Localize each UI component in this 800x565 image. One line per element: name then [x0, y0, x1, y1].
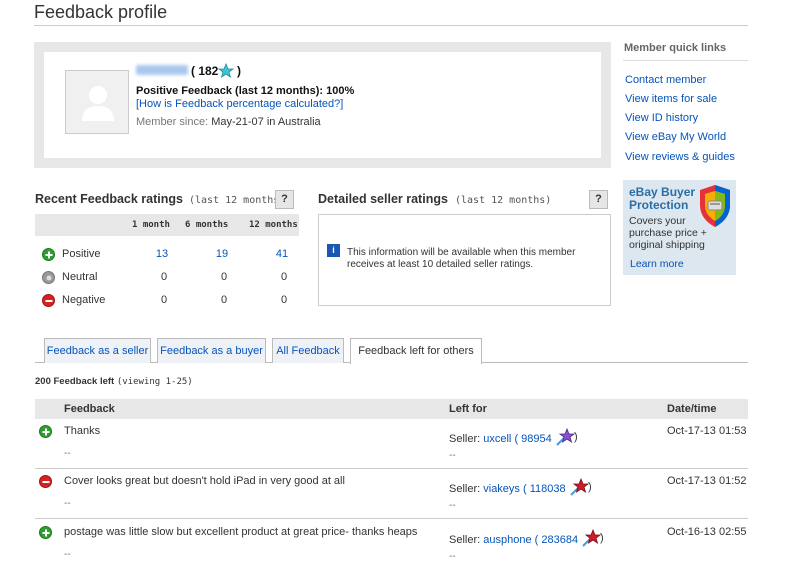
page-title: Feedback profile	[34, 2, 168, 22]
view-id-history-link[interactable]: View ID history	[625, 112, 698, 124]
svg-text:): )	[600, 532, 604, 544]
red-star-icon: )	[582, 528, 604, 547]
header-date-time: Date/time	[667, 403, 717, 415]
feedback-comment: Thanks	[64, 425, 101, 437]
quick-links-title: Member quick links	[624, 42, 727, 54]
row-divider	[35, 468, 748, 469]
feedback-left-total: 200 Feedback left	[35, 376, 115, 387]
positive-icon	[39, 425, 52, 438]
seller-score[interactable]: ( 98954	[514, 433, 551, 445]
shield-icon	[697, 183, 733, 232]
member-since-label: Member since:	[136, 116, 209, 128]
red-star-icon: )	[569, 477, 592, 496]
negative-label: Negative	[62, 294, 106, 306]
avatar-silhouette-icon	[82, 86, 114, 121]
negative-icon	[42, 294, 55, 307]
buyer-protection-description: Covers your purchase price + original sh…	[629, 215, 707, 251]
feedback-score: ( 182	[191, 64, 218, 78]
view-my-world-link[interactable]: View eBay My World	[625, 131, 726, 143]
detailed-ratings-help-button[interactable]: ?	[589, 190, 608, 209]
tab-feedback-as-buyer[interactable]: Feedback as a buyer	[157, 338, 266, 363]
neutral-12-months: 0	[280, 271, 288, 283]
avatar	[65, 70, 129, 134]
feedback-date: Oct-17-13 01:53	[667, 425, 747, 437]
how-calculated-link[interactable]: [How is Feedback percentage calculated?]	[136, 98, 343, 110]
svg-text:): )	[574, 431, 578, 443]
column-12-months: 12 months	[249, 220, 298, 230]
view-items-for-sale-link[interactable]: View items for sale	[625, 93, 717, 105]
feedback-comment: postage was little slow but excellent pr…	[64, 526, 418, 538]
seller-label: Seller:	[449, 433, 481, 445]
seller-entry: Seller: uxcell ( 98954 )	[449, 427, 579, 446]
header-feedback: Feedback	[64, 403, 115, 415]
item-title: --	[449, 450, 456, 461]
positive-label: Positive	[62, 248, 101, 260]
member-since-value: May-21-07 in Australia	[211, 116, 321, 128]
svg-text:): )	[588, 481, 592, 493]
positive-1-month[interactable]: 13	[147, 248, 177, 260]
seller-entry: Seller: viakeys ( 118038 )	[449, 477, 593, 496]
purple-star-icon: )	[556, 427, 578, 446]
feedback-reply: --	[64, 498, 71, 509]
positive-12-months[interactable]: 41	[267, 248, 297, 260]
seller-score[interactable]: ( 118038	[523, 483, 566, 495]
contact-member-link[interactable]: Contact member	[625, 74, 706, 86]
username-blurred[interactable]	[136, 65, 188, 75]
item-title: --	[449, 500, 456, 511]
positive-feedback-percentage: Positive Feedback (last 12 months): 100%	[136, 85, 355, 97]
seller-entry: Seller: ausphone ( 283684 )	[449, 528, 605, 547]
tab-all-feedback[interactable]: All Feedback	[272, 338, 344, 363]
neutral-label: Neutral	[62, 271, 98, 283]
header-left-for: Left for	[449, 403, 487, 415]
neutral-6-months: 0	[220, 271, 228, 283]
seller-label: Seller:	[449, 534, 481, 546]
quick-links-divider	[623, 60, 748, 61]
tab-feedback-left-for-others[interactable]: Feedback left for others	[350, 338, 482, 364]
neutral-1-month: 0	[160, 271, 168, 283]
column-1-month: 1 month	[132, 220, 170, 230]
member-since: Member since: May-21-07 in Australia	[136, 116, 321, 128]
tab-feedback-as-seller[interactable]: Feedback as a seller	[44, 338, 151, 363]
feedback-left-viewing: (viewing 1-25)	[116, 377, 193, 387]
row-divider	[35, 518, 748, 519]
seller-link[interactable]: uxcell	[483, 433, 511, 445]
feedback-comment: Cover looks great but doesn't hold iPad …	[64, 475, 345, 487]
item-title: --	[449, 551, 456, 562]
feedback-reply: --	[64, 448, 71, 459]
negative-6-months: 0	[220, 294, 228, 306]
recent-feedback-title: Recent Feedback ratings	[35, 192, 183, 206]
turquoise-star-icon: )	[217, 62, 248, 82]
feedback-score-close: )	[237, 64, 241, 78]
seller-link[interactable]: viakeys	[483, 483, 520, 495]
recent-feedback-help-button[interactable]: ?	[275, 190, 294, 209]
detailed-ratings-message: This information will be available when …	[347, 247, 576, 270]
detailed-ratings-title: Detailed seller ratings	[318, 192, 448, 206]
negative-12-months: 0	[280, 294, 288, 306]
recent-feedback-subtitle: (last 12 months)	[189, 195, 286, 206]
positive-icon	[42, 248, 55, 261]
buyer-protection-learn-more[interactable]: Learn more	[630, 258, 684, 270]
neutral-icon	[42, 271, 55, 284]
positive-icon	[39, 526, 52, 539]
seller-label: Seller:	[449, 483, 481, 495]
column-6-months: 6 months	[185, 220, 229, 230]
feedback-date: Oct-16-13 02:55	[667, 526, 747, 538]
info-icon: i	[327, 244, 340, 257]
feedback-left-count: 200 Feedback left (viewing 1-25)	[35, 376, 193, 387]
positive-6-months[interactable]: 19	[207, 248, 237, 260]
feedback-date: Oct-17-13 01:52	[667, 475, 747, 487]
detailed-ratings-subtitle: (last 12 months)	[455, 195, 552, 206]
negative-1-month: 0	[160, 294, 168, 306]
seller-score[interactable]: ( 283684	[535, 534, 578, 546]
view-reviews-guides-link[interactable]: View reviews & guides	[625, 151, 735, 163]
negative-icon	[39, 475, 52, 488]
feedback-score-value: ( 182	[191, 64, 219, 78]
title-divider	[34, 25, 748, 26]
feedback-table-header	[35, 399, 748, 419]
buyer-protection-title: eBay Buyer Protection	[629, 185, 696, 212]
seller-link[interactable]: ausphone	[483, 534, 531, 546]
feedback-reply: --	[64, 549, 71, 560]
